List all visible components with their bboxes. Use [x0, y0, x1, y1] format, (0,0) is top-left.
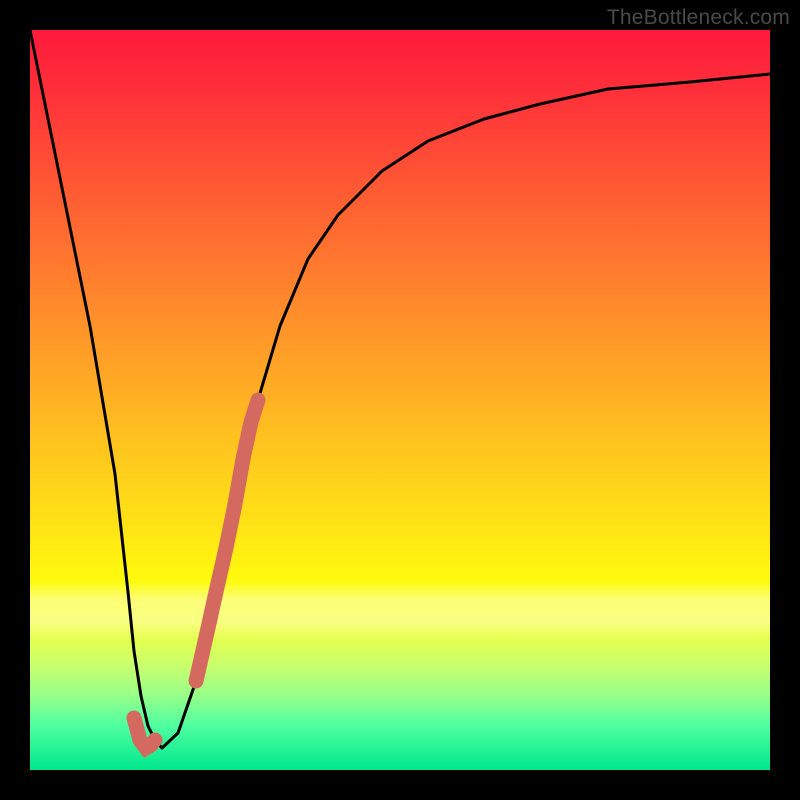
chart-frame: TheBottleneck.com: [0, 0, 800, 800]
plot-area: [30, 30, 770, 770]
bottleneck-curve: [30, 30, 770, 748]
watermark-text: TheBottleneck.com: [607, 6, 790, 30]
highlight-segment: [196, 400, 258, 681]
curve-layer: [30, 30, 770, 770]
